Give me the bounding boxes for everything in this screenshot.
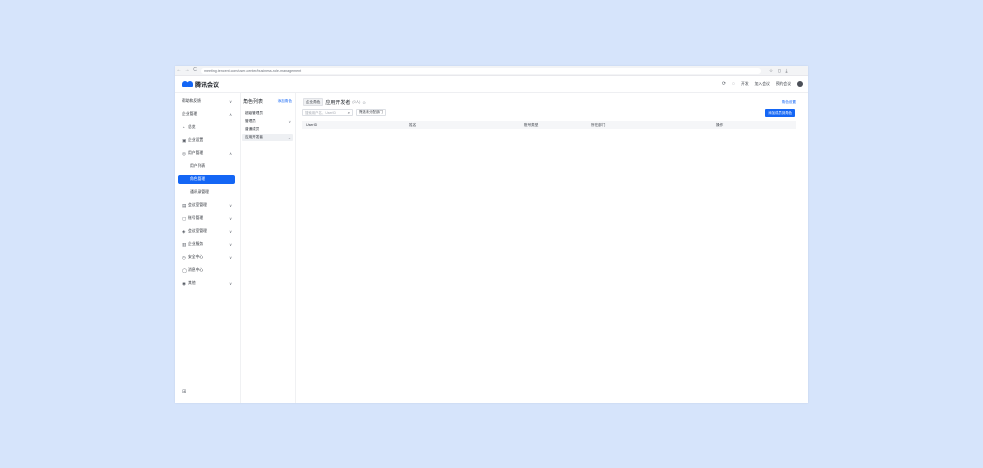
download-icon[interactable]: ⤓: [786, 68, 788, 74]
sidebar-item-label: 消息中心: [188, 268, 204, 272]
filter-button[interactable]: 筛选未分配部门: [356, 109, 386, 116]
column-header-actions: 操作: [716, 123, 724, 127]
app-header: 腾讯会议 ⟳ ◌ 开发 加入会议 预约会议: [175, 76, 808, 93]
sidebar-item-user-list[interactable]: 用户列表: [178, 162, 235, 171]
chevron-down-icon: ∨: [229, 216, 232, 221]
sidebar-item-security[interactable]: ◷ 安全中心 ∨: [178, 253, 235, 262]
reload-icon[interactable]: C: [191, 66, 199, 75]
chevron-down-icon: ∨: [229, 255, 232, 260]
forward-icon[interactable]: →: [183, 66, 191, 75]
chevron-up-icon: ∧: [229, 151, 232, 156]
search-icon[interactable]: ⌕: [348, 110, 350, 115]
brand-logo-icon: [182, 81, 193, 87]
role-list-title: 角色列表: [243, 99, 264, 105]
back-icon[interactable]: ←: [175, 66, 183, 75]
refresh-icon[interactable]: ⟳: [722, 81, 726, 87]
sidebar-item-users[interactable]: ◎ 用户管理 ∧: [178, 149, 235, 158]
more-icon[interactable]: ⌄: [288, 136, 291, 140]
sidebar-item-label: 角色管理: [190, 177, 206, 181]
sidebar-item-label: 企业设置: [188, 138, 204, 142]
address-bar[interactable]: meeting.tencent.com/user-center/business…: [201, 67, 761, 74]
sidebar: 帮助和反馈 ∨ 企业管理 ∧ ◔ 总览 ▣ 企业设置 ◎ 用户管理 ∧ 用户列表…: [175, 93, 241, 403]
sidebar-item-settings[interactable]: ▣ 企业设置: [178, 136, 235, 145]
chevron-down-icon: ∨: [229, 99, 232, 104]
search-placeholder: 搜索用户名、UserID: [305, 111, 336, 115]
role-settings-link[interactable]: 角色设置: [782, 100, 796, 105]
chevron-down-icon: ∨: [229, 281, 232, 286]
role-item-super-admin[interactable]: 超级管理员: [242, 110, 293, 117]
sidebar-item-rooms[interactable]: ▤ 会议室管理 ∨: [178, 201, 235, 210]
add-role-button[interactable]: 添加角色: [278, 99, 292, 104]
column-header-userid: UserID: [306, 123, 318, 127]
column-header-account-type: 账号类型: [524, 123, 539, 127]
sidebar-item-overview[interactable]: ◔ 总览: [178, 123, 235, 132]
role-item-label: 管理员: [245, 119, 256, 123]
brand-name: 腾讯会议: [195, 82, 220, 89]
sidebar-item-label: 用户管理: [188, 151, 204, 155]
chevron-down-icon: ∨: [229, 229, 232, 234]
role-item-developer[interactable]: 应用开发者 ⌄: [242, 134, 293, 141]
sidebar-item-messages[interactable]: ◯ 消息中心: [178, 266, 235, 275]
role-item-admin[interactable]: 管理员 ∨: [242, 118, 293, 125]
sidebar-item-accounts[interactable]: ▢ 账号管理 ∨: [178, 214, 235, 223]
sidebar-item-label: 帮助和反馈: [182, 99, 201, 103]
role-list-panel: 角色列表 添加角色 超级管理员 管理员 ∨ 普通成员 应用开发者 ⌄: [241, 93, 296, 403]
header-link-join[interactable]: 加入会议: [755, 82, 770, 87]
sidebar-item-label: 企业管理: [182, 112, 198, 116]
browser-window: ← → C meeting.tencent.com/user-center/bu…: [175, 66, 808, 403]
help-icon[interactable]: ◌: [732, 81, 735, 87]
sidebar-item-label: 通讯录管理: [190, 190, 209, 194]
role-type-tag: 企业角色: [303, 98, 324, 106]
member-count: (0人): [352, 99, 361, 104]
bookmark-icon[interactable]: ☆: [769, 68, 773, 74]
page-title: 应用开发者: [325, 99, 351, 106]
role-detail: 企业角色 应用开发者 (0人) ⊙ 角色设置 搜索用户名、UserID ⌕ 筛选…: [296, 93, 808, 403]
sidebar-item-label: 企业服务: [188, 242, 204, 246]
column-header-name: 姓名: [409, 123, 417, 127]
role-item-member[interactable]: 普通成员: [242, 126, 293, 133]
sidebar-item-label: 会议室管理: [188, 203, 207, 207]
sidebar-item-label: 会议室管理: [188, 229, 207, 233]
sidebar-item-other[interactable]: ◉ 其他 ∨: [178, 279, 235, 288]
role-item-label: 应用开发者: [245, 135, 263, 139]
sidebar-item-meeting-rooms[interactable]: ◈ 会议室管理 ∨: [178, 227, 235, 236]
sidebar-item-help[interactable]: 帮助和反馈 ∨: [178, 97, 235, 106]
header-link-develop[interactable]: 开发: [741, 82, 749, 87]
chevron-up-icon: ∧: [229, 112, 232, 117]
address-url: meeting.tencent.com/user-center/business…: [204, 68, 302, 73]
sidepanel-icon[interactable]: ▯: [778, 68, 780, 74]
column-header-department: 所在部门: [591, 123, 606, 127]
collapse-sidebar-icon[interactable]: ⊞: [182, 389, 186, 395]
add-member-button[interactable]: 添加成员到角色: [765, 109, 795, 117]
avatar[interactable]: [797, 81, 803, 87]
chevron-down-icon: ∨: [229, 203, 232, 208]
sidebar-item-roles[interactable]: 角色管理: [178, 175, 235, 184]
chevron-down-icon: ∨: [288, 119, 291, 124]
sidebar-item-enterprise[interactable]: 企业管理 ∧: [178, 110, 235, 119]
role-heading: 企业角色 应用开发者 (0人) ⊙: [303, 98, 366, 106]
chevron-down-icon: ∨: [229, 242, 232, 247]
sidebar-item-label: 总览: [188, 125, 196, 129]
table-header: UserID 姓名 账号类型 所在部门 操作: [302, 121, 796, 129]
sidebar-item-label: 其他: [188, 281, 196, 285]
role-item-label: 普通成员: [245, 127, 260, 131]
sidebar-item-label: 账号管理: [188, 216, 204, 220]
search-input[interactable]: 搜索用户名、UserID ⌕: [302, 109, 353, 116]
sidebar-item-contacts[interactable]: 通讯录管理: [178, 188, 235, 197]
role-item-label: 超级管理员: [245, 111, 263, 115]
header-link-schedule[interactable]: 预约会议: [776, 82, 791, 87]
sidebar-item-label: 安全中心: [188, 255, 204, 259]
browser-toolbar: ← → C meeting.tencent.com/user-center/bu…: [175, 66, 808, 76]
sidebar-item-label: 用户列表: [190, 164, 206, 168]
info-icon[interactable]: ⊙: [362, 100, 365, 105]
sidebar-item-services[interactable]: ▥ 企业服务 ∨: [178, 240, 235, 249]
